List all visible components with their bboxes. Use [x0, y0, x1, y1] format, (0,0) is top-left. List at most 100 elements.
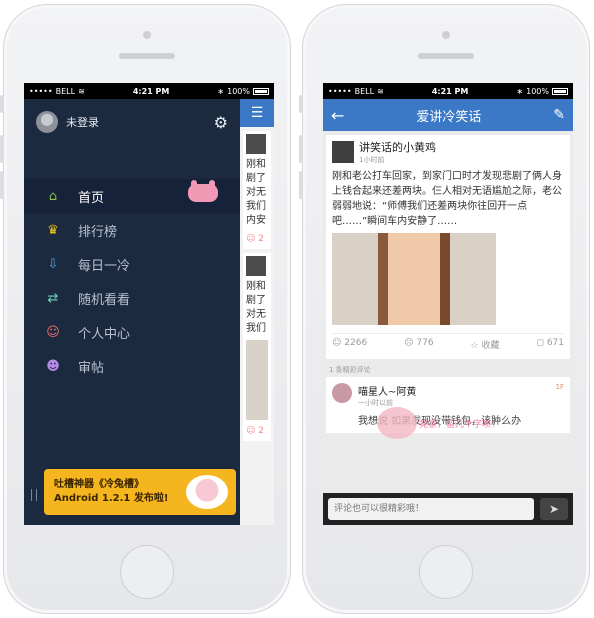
- send-icon: ➤: [548, 502, 560, 516]
- like-count: 2266: [344, 338, 368, 348]
- like-button[interactable]: ☺ 2266: [332, 338, 367, 351]
- review-icon: ☻: [46, 358, 60, 374]
- battery-icon: [551, 87, 568, 95]
- signal-icon: •••••: [29, 86, 53, 96]
- comment-author[interactable]: 喵星人~阿黄: [358, 383, 521, 398]
- avatar[interactable]: [332, 383, 352, 403]
- bluetooth-icon: ∗: [516, 86, 524, 96]
- peek-count: 2: [258, 234, 264, 244]
- post-time: 1小时前: [359, 156, 385, 164]
- comment-count: 671: [546, 338, 564, 348]
- volume-up-button: [0, 135, 4, 163]
- post-header: 讲笑话的小黄鸡 1小时前: [332, 139, 564, 165]
- peek-post-image: [246, 340, 268, 420]
- speaker-grille: [418, 53, 474, 59]
- post-author[interactable]: 讲笑话的小黄鸡: [359, 139, 436, 155]
- shuffle-icon: ⇄: [47, 290, 59, 306]
- cake-icon: [186, 475, 228, 509]
- drawer-header[interactable]: 未登录 ⚙: [24, 99, 240, 145]
- wifi-icon: ≋: [78, 86, 85, 96]
- download-icon: ⇩: [47, 256, 59, 272]
- menu-item-daily[interactable]: ⇩ 每日一冷: [24, 247, 240, 281]
- peek-post-card: 刚和剧了对无我们 ☺ 2: [243, 253, 271, 441]
- dislike-button[interactable]: ☹ 776: [404, 338, 433, 351]
- rabbit-mascot-icon: [377, 407, 417, 439]
- signal-icon: •••••: [328, 86, 352, 96]
- star-icon: ☆: [470, 341, 479, 351]
- speaker-grille: [119, 53, 175, 59]
- screen-left: ••••• BELL ≋ 4:21 PM ∗ 100% 未登录 ⚙ ⌂ 首页 ♛…: [24, 83, 274, 525]
- avatar: [246, 256, 266, 276]
- comment-icon: ◻: [536, 338, 544, 348]
- rabbit-mascot-icon: [188, 180, 218, 202]
- back-arrow-icon[interactable]: ←: [331, 106, 344, 125]
- carrier-label: BELL: [55, 86, 76, 96]
- dislike-count: 776: [416, 338, 434, 348]
- menu-item-profile[interactable]: ☺ 个人中心: [24, 315, 240, 349]
- banner-line1: 吐槽神器《冷兔槽》: [54, 479, 144, 490]
- menu-item-random[interactable]: ⇄ 随机看看: [24, 281, 240, 315]
- post-photo[interactable]: [332, 233, 496, 325]
- empty-prompt: 竟家，留几个字呗！: [419, 420, 501, 430]
- gear-icon[interactable]: ⚙: [214, 113, 228, 132]
- home-button[interactable]: [419, 545, 473, 599]
- screen-right: ••••• BELL ≋ 4:21 PM ∗ 100% ← 爱讲冷笑话 ✎ 讲笑…: [323, 83, 573, 525]
- compose-icon[interactable]: ✎: [553, 107, 565, 123]
- drawer-menu: ⌂ 首页 ♛ 排行榜 ⇩ 每日一冷 ⇄ 随机看看 ☺ 个人中心 ☻ 审帖: [24, 179, 240, 383]
- banner-text: 吐槽神器《冷兔槽》 Android 1.2.1 发布啦!: [54, 478, 168, 506]
- menu-toggle-button[interactable]: ☰: [240, 99, 274, 127]
- battery-percent: 100%: [526, 86, 549, 96]
- menu-item-label: 每日一冷: [78, 258, 131, 274]
- status-bar: ••••• BELL ≋ 4:21 PM ∗ 100%: [24, 83, 274, 99]
- comment-input-bar: ➤: [323, 493, 573, 525]
- promo-banner[interactable]: 吐槽神器《冷兔槽》 Android 1.2.1 发布啦!: [44, 469, 236, 515]
- favorite-button[interactable]: ☆ 收藏: [471, 338, 500, 351]
- front-camera: [442, 31, 450, 39]
- peek-like-count: ☺ 2: [246, 234, 264, 244]
- comment-button[interactable]: ◻ 671: [536, 338, 564, 351]
- menu-item-review[interactable]: ☻ 审帖: [24, 349, 240, 383]
- front-camera: [143, 31, 151, 39]
- menu-item-label: 个人中心: [78, 326, 131, 342]
- app-title: 爱讲冷笑话: [416, 109, 482, 125]
- send-button[interactable]: ➤: [540, 498, 568, 520]
- avatar: [246, 134, 266, 154]
- menu-item-label: 排行榜: [78, 224, 118, 240]
- user-name[interactable]: 未登录: [66, 114, 99, 130]
- status-bar: ••••• BELL ≋ 4:21 PM ∗ 100%: [323, 83, 573, 99]
- home-button[interactable]: [120, 545, 174, 599]
- peek-post-card: 刚和剧了对无我们内安 ☺ 2: [243, 131, 271, 249]
- status-time: 4:21 PM: [431, 86, 469, 96]
- volume-down-button: [299, 171, 303, 199]
- peek-post-text: 刚和剧了对无我们内安: [246, 159, 266, 226]
- phone-left: ••••• BELL ≋ 4:21 PM ∗ 100% 未登录 ⚙ ⌂ 首页 ♛…: [0, 4, 291, 614]
- avatar[interactable]: [332, 141, 354, 163]
- trophy-icon: ♛: [47, 222, 59, 238]
- menu-item-home[interactable]: ⌂ 首页: [24, 179, 240, 213]
- comment-floor: 1F: [555, 383, 564, 391]
- mute-switch: [0, 95, 4, 113]
- post-text: 刚和老公打车回家，到家门口时才发现悲剧了俩人身上钱合起来还差两块。仨人相对无语尴…: [332, 171, 562, 227]
- phone-right: ••••• BELL ≋ 4:21 PM ∗ 100% ← 爱讲冷笑话 ✎ 讲笑…: [299, 4, 590, 614]
- menu-item-label: 审帖: [78, 360, 105, 376]
- carrier-label: BELL: [354, 86, 375, 96]
- comment-time: 一小时以前: [358, 399, 393, 407]
- main-content-peek[interactable]: ☰ 刚和剧了对无我们内安 ☺ 2 刚和剧了对无我们 ☺ 2: [240, 99, 274, 525]
- avatar[interactable]: [36, 111, 58, 133]
- wifi-icon: ≋: [377, 86, 384, 96]
- app-header: ← 爱讲冷笑话 ✎: [323, 99, 573, 131]
- menu-item-label: 随机看看: [78, 292, 131, 308]
- comment-input[interactable]: [328, 498, 534, 520]
- banner-line2: Android 1.2.1 发布啦!: [54, 493, 169, 504]
- post-detail: 讲笑话的小黄鸡 1小时前 刚和老公打车回家，到家门口时才发现悲剧了俩人身上钱合起…: [323, 131, 573, 493]
- peek-like-count: ☺ 2: [246, 426, 264, 436]
- volume-down-button: [0, 171, 4, 199]
- peek-post-text: 刚和剧了对无我们: [246, 281, 266, 334]
- drawer-handle[interactable]: [31, 489, 37, 501]
- favorite-label: 收藏: [481, 341, 500, 351]
- menu-item-ranking[interactable]: ♛ 排行榜: [24, 213, 240, 247]
- menu-item-label: 首页: [78, 190, 105, 206]
- battery-icon: [252, 87, 269, 95]
- mute-switch: [299, 95, 303, 113]
- hamburger-icon: ☰: [250, 105, 264, 121]
